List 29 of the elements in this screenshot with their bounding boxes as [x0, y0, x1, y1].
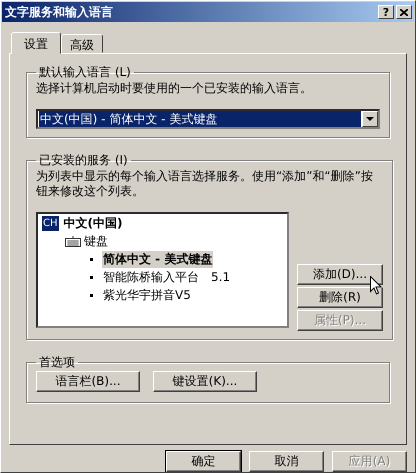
help-button[interactable]: ?	[378, 5, 394, 19]
group-description: 选择计算机启动时要使用的一个已安装的输入语言。	[36, 81, 313, 96]
close-button[interactable]	[396, 5, 412, 19]
tab[interactable]: 高级	[61, 34, 103, 53]
tree-item[interactable]: 简体中文 - 美式键盘	[102, 250, 214, 268]
group-description: 为列表中显示的每个输入语言选择服务。使用“添加”和“删除”按钮来修改这个列表。	[36, 169, 374, 199]
dialog-button[interactable]: 确定	[166, 451, 241, 472]
bullet-icon	[90, 294, 93, 296]
language-badge: CH	[42, 216, 59, 231]
group-title: 已安装的服务 (I)	[38, 152, 129, 169]
close-icon	[400, 8, 408, 16]
bullet-icon	[90, 258, 93, 260]
keyboard-icon	[65, 236, 81, 246]
service-button[interactable]: 删除(R)	[297, 287, 383, 308]
tree-item[interactable]: 紫光华宇拼音V5	[102, 286, 192, 304]
language-dropdown[interactable]: 中文(中国) - 简体中文 - 美式键盘	[36, 109, 380, 129]
group-title: 默认输入语言 (L)	[38, 64, 132, 81]
bullet-icon	[90, 276, 93, 278]
tree-item[interactable]: 键盘	[84, 232, 108, 250]
tree-item[interactable]: 智能陈桥输入平台 5.1	[102, 268, 232, 286]
tab[interactable]: 设置	[11, 32, 61, 54]
preference-button[interactable]: 语言栏(B)...	[36, 371, 140, 392]
preference-button[interactable]: 键设置(K)...	[153, 371, 257, 392]
mouse-cursor-icon	[370, 276, 382, 295]
window-title: 文字服务和输入语言	[5, 4, 113, 20]
tree-item[interactable]: 中文(中国)	[64, 215, 122, 232]
group-title: 首选项	[38, 354, 76, 371]
service-button[interactable]: 添加(D)...	[297, 264, 383, 285]
dialog-button[interactable]: 取消	[249, 451, 324, 472]
